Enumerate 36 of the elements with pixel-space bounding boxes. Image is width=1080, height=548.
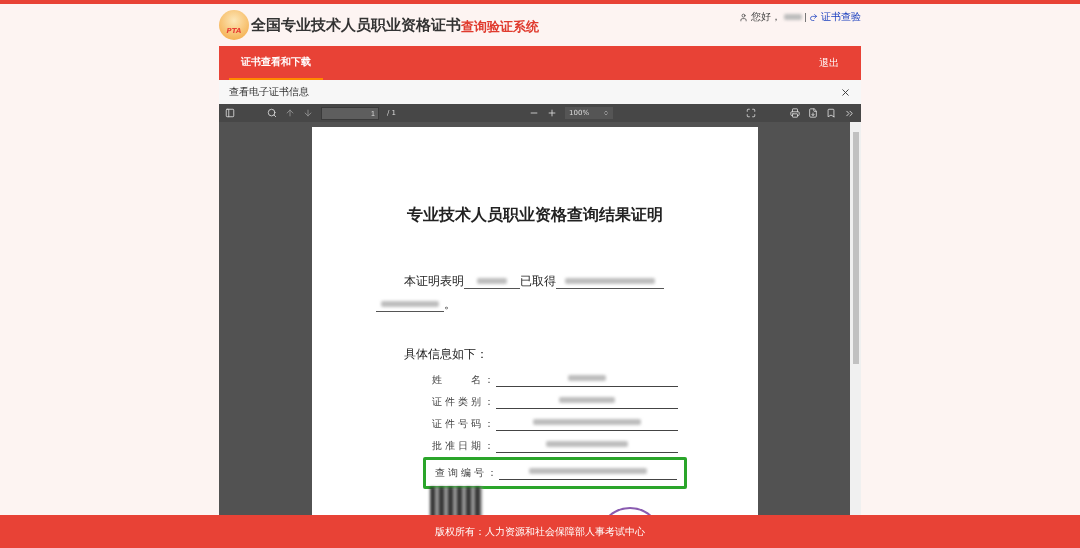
logout-link[interactable]: 退出 [819,46,861,80]
site-title: 全国专业技术人员职业资格证书 [251,15,461,35]
field-label: 批准日期： [431,439,496,453]
statement-text: 。 [443,296,456,313]
updown-icon [603,110,610,116]
field-label: 证件类别： [431,395,496,409]
print-icon[interactable] [790,108,800,118]
document-title: 专业技术人员职业资格查询结果证明 [405,205,664,226]
scrollbar-thumb[interactable] [852,132,859,364]
statement-text: 已取得 [519,273,556,290]
zoom-in-icon[interactable] [547,108,558,118]
blurred-text [784,14,802,20]
field-label: 姓 名： [431,373,496,387]
sidebar-toggle-icon[interactable] [225,108,235,118]
blurred-text [476,278,507,284]
copyright-text: 版权所有：人力资源和社会保障部人事考试中心 [435,524,645,539]
search-icon[interactable] [267,108,277,118]
dialog-title: 查看电子证书信息 [229,85,309,99]
site-subtitle: 查询验证系统 [461,18,539,36]
next-page-icon[interactable] [303,108,313,118]
blurred-text [558,397,615,403]
user-icon [739,12,748,22]
close-icon[interactable] [840,86,851,98]
verify-link[interactable]: 证书查验 [821,10,861,24]
blurred-text [567,375,606,381]
previous-page-icon[interactable] [285,108,295,118]
greeting: 您好， [751,10,781,24]
fullscreen-icon[interactable] [746,108,756,118]
field-label: 查询编号： [434,466,499,480]
blurred-text [380,301,439,307]
download-icon[interactable] [808,108,818,118]
arrow-icon [809,12,818,22]
statement-text: 本证明表明 [403,273,464,290]
bookmark-icon[interactable] [826,108,836,118]
field-label: 证件号码： [431,417,496,431]
info-heading: 具体信息如下： [403,346,489,363]
